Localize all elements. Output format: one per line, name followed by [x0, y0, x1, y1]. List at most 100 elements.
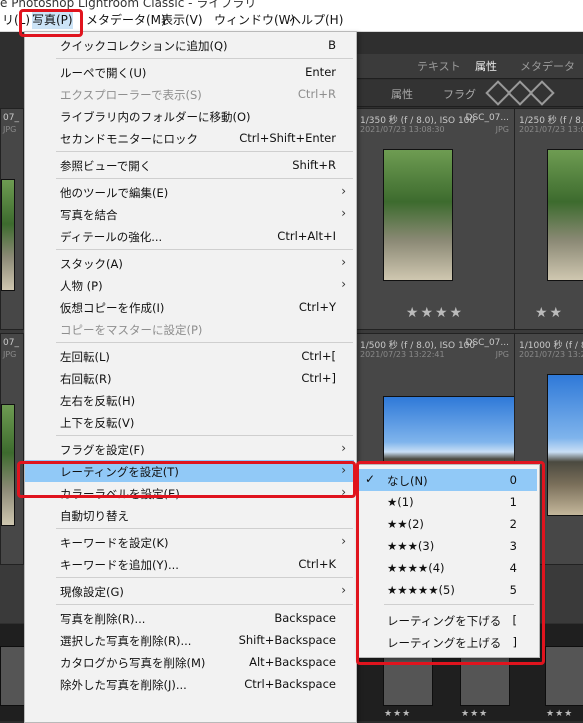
rating-menu-label: なし(N) [387, 474, 428, 488]
photo-cell[interactable]: 07_ JPG [0, 333, 24, 565]
photo-star-rating[interactable]: ★★ [515, 305, 583, 321]
menu-item-label: スタック(A) [60, 257, 123, 271]
menu-separator [56, 178, 353, 179]
menu-item[interactable]: 左回転(L) Ctrl+[ [25, 345, 354, 367]
menu-item: エクスプローラーで表示(S) Ctrl+R [25, 83, 354, 105]
filmstrip-thumbnail[interactable]: ★★★ [545, 646, 583, 719]
photo-filetype: JPG [3, 125, 17, 134]
rating-menu-shortcut: 5 [509, 583, 517, 597]
menu-item[interactable]: スタック(A) › [25, 252, 354, 274]
rating-menu-item[interactable]: レーティングを上げる] [357, 631, 537, 653]
photo-cell[interactable]: 1/250 秒 (f / 8.0 2021/07/23 13:0 ★★ [514, 108, 583, 330]
menu-item[interactable]: ルーペで開く(U) Enter [25, 61, 354, 83]
menu-item[interactable]: カラーラベルを設定(E) › [25, 482, 354, 504]
menubar-item[interactable]: ウィンドウ(W) [214, 12, 295, 29]
rating-menu-label: ★★★★(4) [387, 561, 445, 575]
menu-item-label: コピーをマスターに設定(P) [60, 323, 203, 337]
menu-item-shortcut: Enter [305, 65, 336, 79]
menubar-item[interactable]: 表示(V) [161, 12, 203, 29]
thumbnail-rating: ★★★ [461, 709, 489, 719]
rating-menu-item[interactable]: ★(1) 1 [357, 491, 537, 513]
photo-thumbnail [383, 149, 453, 281]
rating-menu-shortcut: ] [512, 635, 518, 649]
menu-item-label: ライブラリ内のフォルダーに移動(O) [60, 110, 251, 124]
menu-item[interactable]: 自動切り替え [25, 504, 354, 526]
menu-item-label: 参照ビューで開く [60, 159, 152, 173]
chevron-right-icon: › [341, 485, 346, 499]
menu-item[interactable]: キーワードを追加(Y)... Ctrl+K [25, 553, 354, 575]
menu-item-label: 仮想コピーを作成(I) [60, 301, 165, 315]
menu-item-label: 写真を削除(R)... [60, 612, 146, 626]
tab-attribute[interactable]: 属性 [475, 58, 497, 74]
photo-filetype: JPG [495, 125, 509, 134]
menubar-item[interactable]: メタデータ(M) [86, 12, 166, 29]
photo-capture-date: 2021/07/23 13:22:41 [360, 350, 445, 359]
menu-item[interactable]: 選択した写真を削除(R)... Shift+Backspace [25, 629, 354, 651]
menu-item[interactable]: レーティングを設定(T) › [25, 460, 354, 482]
chevron-right-icon: › [341, 255, 346, 269]
menu-item[interactable]: 写真を結合 › [25, 203, 354, 225]
photo-cell[interactable]: 07_ JPG [0, 108, 24, 330]
tab-metadata[interactable]: メタデータ [520, 58, 575, 74]
photo-thumbnail [1, 179, 15, 291]
menu-item[interactable]: 仮想コピーを作成(I) Ctrl+Y [25, 296, 354, 318]
window-titlebar: e Photoshop Lightroom Classic - ライブラリ [0, 0, 583, 10]
rating-menu-item[interactable]: ★★★(3) 3 [357, 535, 537, 557]
rating-menu-label: ★★(2) [387, 517, 424, 531]
rating-menu-item[interactable]: ★★★★(4) 4 [357, 557, 537, 579]
menu-item[interactable]: ライブラリ内のフォルダーに移動(O) [25, 105, 354, 127]
menu-item-label: 右回転(R) [60, 372, 112, 386]
menu-item-shortcut: Ctrl+Shift+Enter [239, 131, 336, 145]
rating-menu-item[interactable]: レーティングを下げる [ [357, 609, 537, 631]
menu-item[interactable]: フラグを設定(F) › [25, 438, 354, 460]
menu-item[interactable]: 人物 (P) › [25, 274, 354, 296]
menu-item[interactable]: クイックコレクションに追加(Q) B [25, 34, 354, 56]
photo-capture-date: 2021/07/23 13:08:30 [360, 125, 445, 134]
rating-menu-shortcut: 3 [509, 539, 517, 553]
menu-separator [56, 577, 353, 578]
rating-menu-shortcut: 4 [509, 561, 517, 575]
menu-item-shortcut: Ctrl+Y [298, 300, 336, 314]
rating-menu-item[interactable]: ★★★★★(5) 5 [357, 579, 537, 601]
menu-item[interactable]: キーワードを設定(K) › [25, 531, 354, 553]
menu-item-label: 現像設定(G) [60, 585, 124, 599]
chevron-right-icon: › [341, 184, 346, 198]
rating-menu-shortcut: 2 [509, 517, 517, 531]
menu-item[interactable]: 参照ビューで開く Shift+R [25, 154, 354, 176]
rating-menu-shortcut: 1 [509, 495, 517, 509]
menu-item: コピーをマスターに設定(P) [25, 318, 354, 340]
tab-text[interactable]: テキスト [417, 58, 461, 74]
menu-item-shortcut: Ctrl+Alt+I [277, 229, 336, 243]
menu-item-shortcut: B [328, 38, 336, 52]
menu-item[interactable]: 現像設定(G) › [25, 580, 354, 602]
library-filter-tabs: テキスト 属性 メタデータ [355, 54, 583, 79]
window-title: e Photoshop Lightroom Classic - ライブラリ [0, 0, 257, 10]
menu-item-label: フラグを設定(F) [60, 443, 145, 457]
chevron-right-icon: › [341, 277, 346, 291]
menu-item[interactable]: 上下を反転(V) [25, 411, 354, 433]
menu-item[interactable]: カタログから写真を削除(M) Alt+Backspace [25, 651, 354, 673]
menu-item-label: 左回転(L) [60, 350, 110, 364]
menu-item[interactable]: 写真を削除(R)... Backspace [25, 607, 354, 629]
flag-filter-icon[interactable] [529, 80, 555, 106]
menu-item-shortcut: Ctrl+] [301, 371, 336, 385]
menu-item[interactable]: セカンドモニターにロック Ctrl+Shift+Enter [25, 127, 354, 149]
menu-item-shortcut: Alt+Backspace [249, 655, 336, 669]
rating-menu-shortcut: 0 [509, 473, 517, 487]
menu-item[interactable]: 他のツールで編集(E) › [25, 181, 354, 203]
menu-item-label: 左右を反転(H) [60, 394, 136, 408]
flag-label: フラグ [443, 88, 476, 101]
menu-item-label: 写真を結合 [60, 208, 118, 222]
chevron-right-icon: › [341, 441, 346, 455]
menubar-item[interactable]: リ(L) [2, 12, 30, 29]
photo-star-rating[interactable]: ★★★★ [355, 305, 515, 321]
menubar-item[interactable]: ヘルプ(H) [289, 12, 343, 29]
menu-item[interactable]: 右回転(R) Ctrl+] [25, 367, 354, 389]
rating-menu-item[interactable]: ★★(2) 2 [357, 513, 537, 535]
menu-item[interactable]: 除外した写真を削除(J)... Ctrl+Backspace [25, 673, 354, 695]
menu-item[interactable]: 左右を反転(H) [25, 389, 354, 411]
menu-item[interactable]: ディテールの強化... Ctrl+Alt+I [25, 225, 354, 247]
rating-menu-item[interactable]: ✓ なし(N) 0 [357, 469, 537, 491]
menubar-item[interactable]: 写真(P) [32, 12, 73, 29]
menu-item-label: 人物 (P) [60, 279, 103, 293]
